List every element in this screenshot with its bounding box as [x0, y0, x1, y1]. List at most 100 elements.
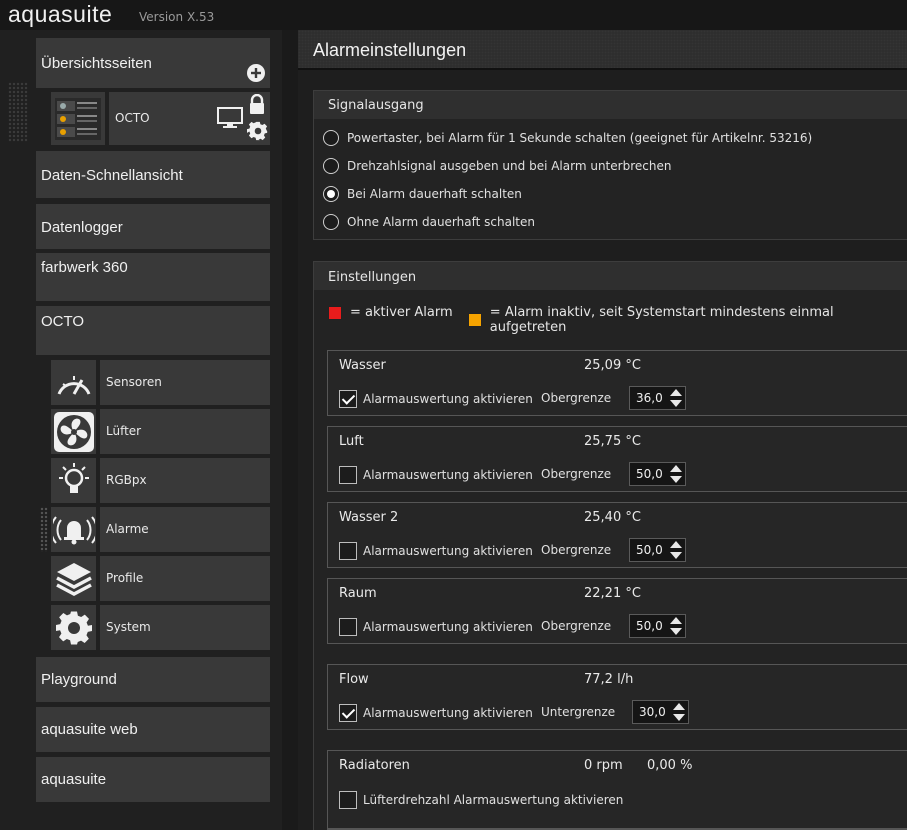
fan-rpm: 0 rpm — [584, 758, 623, 773]
alarm-checkbox[interactable] — [339, 542, 357, 560]
limit-label: Untergrenze — [541, 705, 616, 719]
radio-label: Bei Alarm dauerhaft schalten — [347, 187, 522, 201]
panel-title: Signalausgang — [328, 98, 424, 113]
sidebar-item-aquasuite[interactable]: aquasuite — [36, 757, 270, 802]
increment-arrow-icon[interactable] — [670, 389, 682, 396]
page-header: Alarmeinstellungen — [298, 30, 907, 70]
sidebar-drag-handle[interactable] — [8, 82, 28, 142]
monitor-icon[interactable] — [217, 106, 243, 130]
octo-fans[interactable]: Lüfter — [100, 409, 270, 454]
sub-item-label: Profile — [106, 571, 144, 585]
add-icon[interactable] — [246, 63, 266, 83]
fan-name: Radiatoren — [339, 758, 410, 773]
sidebar-item-playground[interactable]: Playground — [36, 657, 270, 702]
limit-stepper[interactable]: 50,0 — [629, 538, 686, 562]
decrement-arrow-icon[interactable] — [673, 714, 685, 721]
gear-icon — [55, 611, 92, 644]
decrement-arrow-icon[interactable] — [670, 628, 682, 635]
octo-alarms[interactable]: Alarme — [100, 507, 270, 552]
signal-option-ohne-alarm[interactable]: Ohne Alarm dauerhaft schalten — [323, 212, 535, 232]
decrement-arrow-icon[interactable] — [670, 476, 682, 483]
limit-value: 50,0 — [636, 619, 663, 633]
limit-value: 50,0 — [636, 467, 663, 481]
limit-stepper[interactable]: 36,0 — [629, 386, 686, 410]
decrement-arrow-icon[interactable] — [670, 400, 682, 407]
lock-icon[interactable] — [248, 94, 266, 116]
signal-option-drehzahl[interactable]: Drehzahlsignal ausgeben und bei Alarm un… — [323, 156, 671, 176]
sidebar-item-octo[interactable]: OCTO — [36, 306, 270, 355]
sub-item-label: Lüfter — [106, 424, 142, 438]
gear-icon[interactable] — [247, 120, 269, 142]
radio-button-selected[interactable] — [323, 186, 339, 202]
octo-fans-icon-tile[interactable] — [51, 409, 96, 454]
sub-item-label: Sensoren — [106, 375, 162, 389]
lightbulb-icon — [58, 462, 89, 493]
sidebar-item-label: aquasuite web — [41, 721, 138, 738]
octo-system[interactable]: System — [100, 605, 270, 650]
limit-value: 30,0 — [639, 705, 666, 719]
overview-octo[interactable]: OCTO — [109, 92, 270, 145]
octo-sensors[interactable]: Sensoren — [100, 360, 270, 405]
limit-stepper[interactable]: 50,0 — [629, 462, 686, 486]
alarm-checkbox[interactable] — [339, 390, 357, 408]
panel-title: Einstellungen — [328, 270, 417, 285]
increment-arrow-icon[interactable] — [670, 541, 682, 548]
increment-arrow-icon[interactable] — [670, 617, 682, 624]
sidebar-item-farbwerk[interactable]: farbwerk 360 — [36, 253, 270, 301]
sensor-name: Raum — [339, 586, 377, 601]
radio-button[interactable] — [323, 214, 339, 230]
increment-arrow-icon[interactable] — [673, 703, 685, 710]
sidebar-item-aquasuite-web[interactable]: aquasuite web — [36, 707, 270, 752]
octo-rgbpx-icon-tile[interactable] — [51, 458, 96, 503]
radio-button[interactable] — [323, 158, 339, 174]
radio-label: Ohne Alarm dauerhaft schalten — [347, 215, 535, 229]
increment-arrow-icon[interactable] — [670, 465, 682, 472]
decrement-arrow-icon[interactable] — [670, 552, 682, 559]
sub-item-label: Alarme — [106, 522, 149, 536]
alarm-checkbox[interactable] — [339, 704, 357, 722]
sidebar-item-data-quickview[interactable]: Daten-Schnellansicht — [36, 151, 270, 198]
alarm-bell-icon — [52, 515, 95, 544]
gauge-icon — [57, 375, 90, 395]
limit-label: Obergrenze — [541, 619, 612, 633]
octo-sensors-icon-tile[interactable] — [51, 360, 96, 405]
limit-stepper[interactable]: 30,0 — [632, 700, 689, 724]
dashboard-thumbnail-icon — [55, 97, 101, 140]
overview-octo-label: OCTO — [115, 111, 150, 125]
fan-percent: 0,00 % — [647, 758, 693, 773]
alarm-checkbox[interactable] — [339, 618, 357, 636]
octo-profiles-icon-tile[interactable] — [51, 556, 96, 601]
sidebar-item-label: farbwerk 360 — [41, 259, 128, 276]
octo-alarms-icon-tile[interactable] — [51, 507, 96, 552]
sensor-value: 22,21 °C — [584, 586, 641, 601]
legend-inactive: = Alarm inaktiv, seit Systemstart mindes… — [468, 305, 907, 335]
fan-icon — [53, 411, 94, 452]
fan-alarm-checkbox[interactable] — [339, 791, 357, 809]
sidebar-item-datalogger[interactable]: Datenlogger — [36, 204, 270, 249]
alarm-checkbox-label: Alarmauswertung aktivieren — [363, 544, 533, 558]
sensor-name: Wasser 2 — [339, 510, 399, 525]
sidebar-item-label: OCTO — [41, 313, 85, 330]
octo-system-icon-tile[interactable] — [51, 605, 96, 650]
title-bar: aquasuite Version X.53 — [0, 0, 907, 30]
radio-button[interactable] — [323, 130, 339, 146]
panel-header: Einstellungen — [314, 262, 907, 290]
sensor-card-wasser: Wasser 25,09 °C Alarmauswertung aktivier… — [327, 350, 907, 416]
limit-stepper[interactable]: 50,0 — [629, 614, 686, 638]
overview-thumbnail[interactable] — [51, 92, 105, 145]
app-name: aquasuite — [8, 1, 113, 27]
sidebar-item-overview[interactable]: Übersichtsseiten — [36, 38, 270, 88]
sensor-value: 25,09 °C — [584, 358, 641, 373]
sub-item-label: System — [106, 620, 151, 634]
octo-profiles[interactable]: Profile — [100, 556, 270, 601]
signal-option-powertaster[interactable]: Powertaster, bei Alarm für 1 Sekunde sch… — [323, 128, 812, 148]
octo-rgbpx[interactable]: RGBpx — [100, 458, 270, 503]
layers-icon — [55, 562, 92, 596]
alarm-checkbox-label: Alarmauswertung aktivieren — [363, 620, 533, 634]
signal-option-dauerhaft-alarm[interactable]: Bei Alarm dauerhaft schalten — [323, 184, 522, 204]
sensor-card-raum: Raum 22,21 °C Alarmauswertung aktivieren… — [327, 578, 907, 644]
sensor-value: 25,40 °C — [584, 510, 641, 525]
alarm-checkbox[interactable] — [339, 466, 357, 484]
sensor-card-luft: Luft 25,75 °C Alarmauswertung aktivieren… — [327, 426, 907, 492]
sensor-name: Luft — [339, 434, 364, 449]
